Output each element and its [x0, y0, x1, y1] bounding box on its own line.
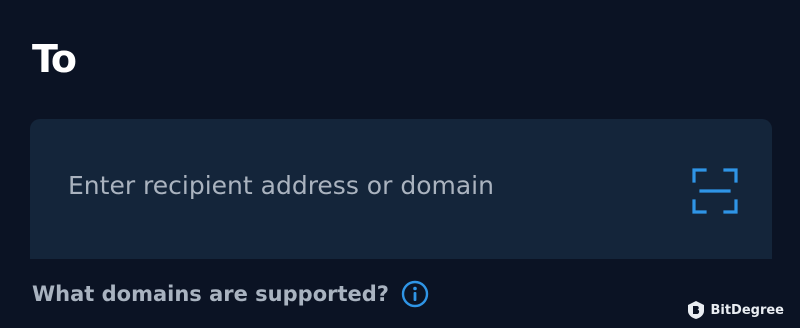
send-screen: To What domains are supported? [0, 0, 800, 328]
domains-help-text: What domains are supported? [32, 282, 389, 306]
domains-help-link[interactable]: What domains are supported? [32, 274, 429, 314]
watermark-text: BitDegree [710, 302, 784, 318]
to-heading: To [32, 37, 77, 81]
bitdegree-logo [688, 301, 705, 319]
bitdegree-watermark: BitDegree [687, 300, 784, 320]
info-icon[interactable] [401, 280, 429, 308]
recipient-input[interactable] [68, 163, 668, 207]
scan-qr-icon [692, 168, 738, 214]
recipient-field[interactable] [30, 119, 772, 259]
scan-button[interactable] [685, 161, 745, 221]
